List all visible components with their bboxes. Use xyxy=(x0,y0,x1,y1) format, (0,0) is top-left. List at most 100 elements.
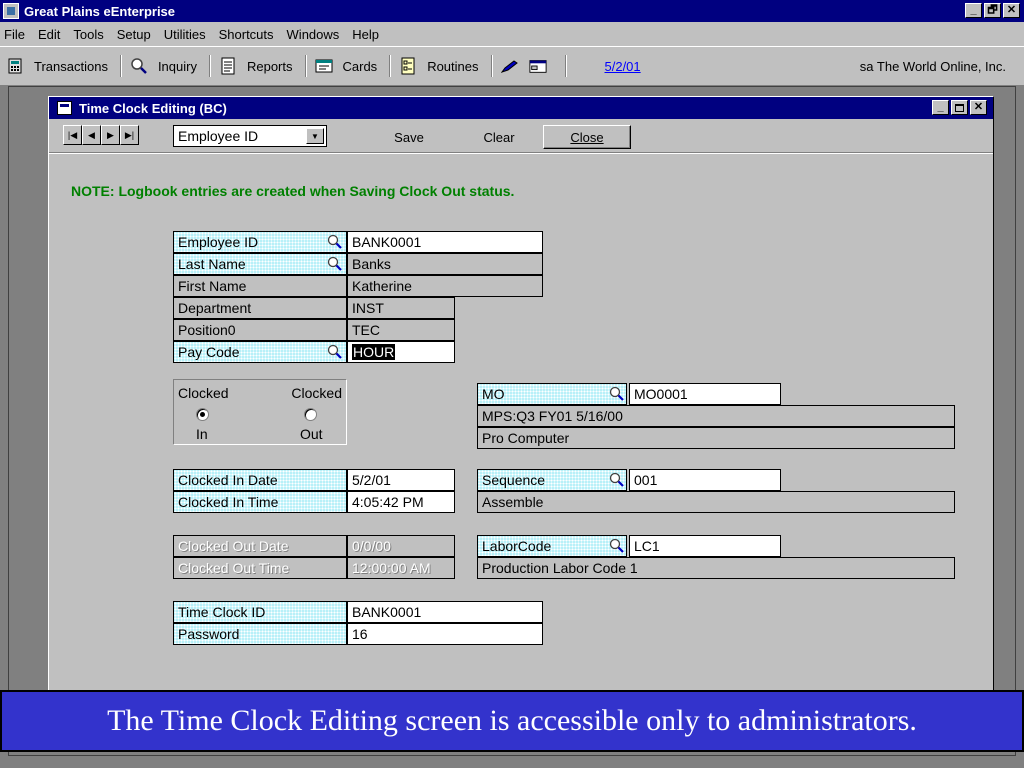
user-date-link[interactable]: 5/2/01 xyxy=(605,59,641,74)
magnifier-icon xyxy=(130,57,148,75)
time-clock-id-field[interactable]: BANK0001 xyxy=(347,601,543,623)
window-title: Time Clock Editing (BC) xyxy=(79,100,227,116)
first-name-label: First Name xyxy=(173,275,347,297)
caption-banner: The Time Clock Editing screen is accessi… xyxy=(0,690,1024,752)
labor-code-field[interactable]: LC1 xyxy=(629,535,781,557)
window-icon[interactable] xyxy=(528,57,547,75)
cards-label: Cards xyxy=(342,58,378,74)
menu-edit[interactable]: Edit xyxy=(38,27,60,42)
routines-label: Routines xyxy=(427,58,479,74)
last-name-label: Last Name xyxy=(173,253,347,275)
last-name-lookup-button[interactable] xyxy=(325,253,345,275)
clocked-out-date-field: 0/0/00 xyxy=(347,535,455,557)
next-record-button[interactable]: ▶ xyxy=(101,125,120,145)
labor-code-label: LaborCode xyxy=(477,535,627,557)
browse-by-select[interactable]: Employee ID ▼ xyxy=(173,125,327,147)
magnifier-icon xyxy=(609,386,624,401)
clocked-out-time-label: Clocked Out Time xyxy=(173,557,347,579)
employee-id-field[interactable]: BANK0001 xyxy=(347,231,543,253)
transactions-label: Transactions xyxy=(34,58,108,74)
next-icon: ▶ xyxy=(107,129,114,140)
sequence-label: Sequence xyxy=(477,469,627,491)
clear-button[interactable]: Clear xyxy=(469,125,529,149)
previous-record-button[interactable]: ◀ xyxy=(82,125,101,145)
menu-help[interactable]: Help xyxy=(352,27,379,42)
cards-button[interactable]: Cards xyxy=(343,59,382,74)
transactions-button[interactable]: Transactions xyxy=(34,59,112,74)
magnifier-icon xyxy=(327,256,342,271)
minimize-button[interactable]: _ xyxy=(932,100,949,115)
chevron-down-icon[interactable]: ▼ xyxy=(306,128,324,144)
restore-button[interactable]: 🗗 xyxy=(984,3,1001,18)
window-title-bar[interactable]: Time Clock Editing (BC) _ ✕ xyxy=(49,97,993,119)
clocked-in-date-field[interactable]: 5/2/01 xyxy=(347,469,455,491)
inquiry-button[interactable]: Inquiry xyxy=(158,59,201,74)
menu-windows[interactable]: Windows xyxy=(287,27,340,42)
menu-file[interactable]: File xyxy=(4,27,25,42)
minimize-button[interactable]: _ xyxy=(965,3,982,18)
app-window-controls: _ 🗗 ✕ xyxy=(965,3,1020,18)
time-clock-id-label: Time Clock ID xyxy=(173,601,347,623)
sequence-description: Assemble xyxy=(477,491,955,513)
clocked-in-date-label: Clocked In Date xyxy=(173,469,347,491)
position-field: TEC xyxy=(347,319,455,341)
toolbar-separator xyxy=(208,55,211,77)
first-name-field: Katherine xyxy=(347,275,543,297)
save-button[interactable]: Save xyxy=(379,125,439,149)
magnifier-icon xyxy=(327,344,342,359)
toolbar-separator xyxy=(119,55,122,77)
last-record-button[interactable]: ▶| xyxy=(120,125,139,145)
password-field[interactable]: 16 xyxy=(347,623,543,645)
close-button[interactable]: Close xyxy=(543,125,631,149)
first-icon: |◀ xyxy=(67,129,78,140)
browse-by-value: Employee ID xyxy=(178,128,259,144)
reports-button[interactable]: Reports xyxy=(247,59,297,74)
last-name-field: Banks xyxy=(347,253,543,275)
menu-bar: File Edit Tools Setup Utilities Shortcut… xyxy=(0,22,1024,46)
department-label: Department xyxy=(173,297,347,319)
window-icon[interactable] xyxy=(57,101,72,115)
last-icon: ▶| xyxy=(124,129,135,140)
sequence-lookup-button[interactable] xyxy=(607,469,627,491)
routines-button[interactable]: Routines xyxy=(427,59,482,74)
password-label: Password xyxy=(173,623,347,645)
app-icon[interactable] xyxy=(3,3,19,19)
logbook-note: NOTE: Logbook entries are created when S… xyxy=(71,183,515,199)
pay-code-field[interactable]: HOUR xyxy=(347,341,455,363)
close-window-button[interactable]: ✕ xyxy=(970,100,987,115)
menu-tools[interactable]: Tools xyxy=(73,27,103,42)
time-clock-window: Time Clock Editing (BC) _ ✕ |◀ ◀ ▶ ▶| Em… xyxy=(48,96,994,696)
app-title-bar[interactable]: Great Plains eEnterprise _ 🗗 ✕ xyxy=(0,0,1024,22)
clocked-in-time-field[interactable]: 4:05:42 PM xyxy=(347,491,455,513)
menu-shortcuts[interactable]: Shortcuts xyxy=(219,27,274,42)
clocked-out-date-label: Clocked Out Date xyxy=(173,535,347,557)
magnifier-icon xyxy=(327,234,342,249)
mo-item: Pro Computer xyxy=(477,427,955,449)
labor-code-lookup-button[interactable] xyxy=(607,535,627,557)
mo-label: MO xyxy=(477,383,627,405)
menu-setup[interactable]: Setup xyxy=(117,27,151,42)
menu-utilities[interactable]: Utilities xyxy=(164,27,206,42)
pen-icon[interactable] xyxy=(500,57,519,75)
clocked-out-radio[interactable] xyxy=(304,408,317,421)
clocked-in-radio[interactable] xyxy=(196,408,209,421)
maximize-button[interactable] xyxy=(951,100,968,115)
pay-code-lookup-button[interactable] xyxy=(325,341,345,363)
pay-code-value: HOUR xyxy=(352,344,396,360)
employee-id-label: Employee ID xyxy=(173,231,347,253)
employee-lookup-button[interactable] xyxy=(325,231,345,253)
close-app-button[interactable]: ✕ xyxy=(1003,3,1020,18)
report-icon xyxy=(219,57,237,75)
labor-code-description: Production Labor Code 1 xyxy=(477,557,955,579)
user-company: sa The World Online, Inc. xyxy=(859,59,1006,74)
mo-field[interactable]: MO0001 xyxy=(629,383,781,405)
first-record-button[interactable]: |◀ xyxy=(63,125,82,145)
pay-code-label: Pay Code xyxy=(173,341,347,363)
mo-lookup-button[interactable] xyxy=(607,383,627,405)
department-field: INST xyxy=(347,297,455,319)
calculator-icon[interactable] xyxy=(6,57,24,75)
clocked-out-caption: Clocked xyxy=(291,385,342,401)
toolbar-separator xyxy=(304,55,307,77)
sequence-field[interactable]: 001 xyxy=(629,469,781,491)
toolbar-divider xyxy=(49,152,993,154)
